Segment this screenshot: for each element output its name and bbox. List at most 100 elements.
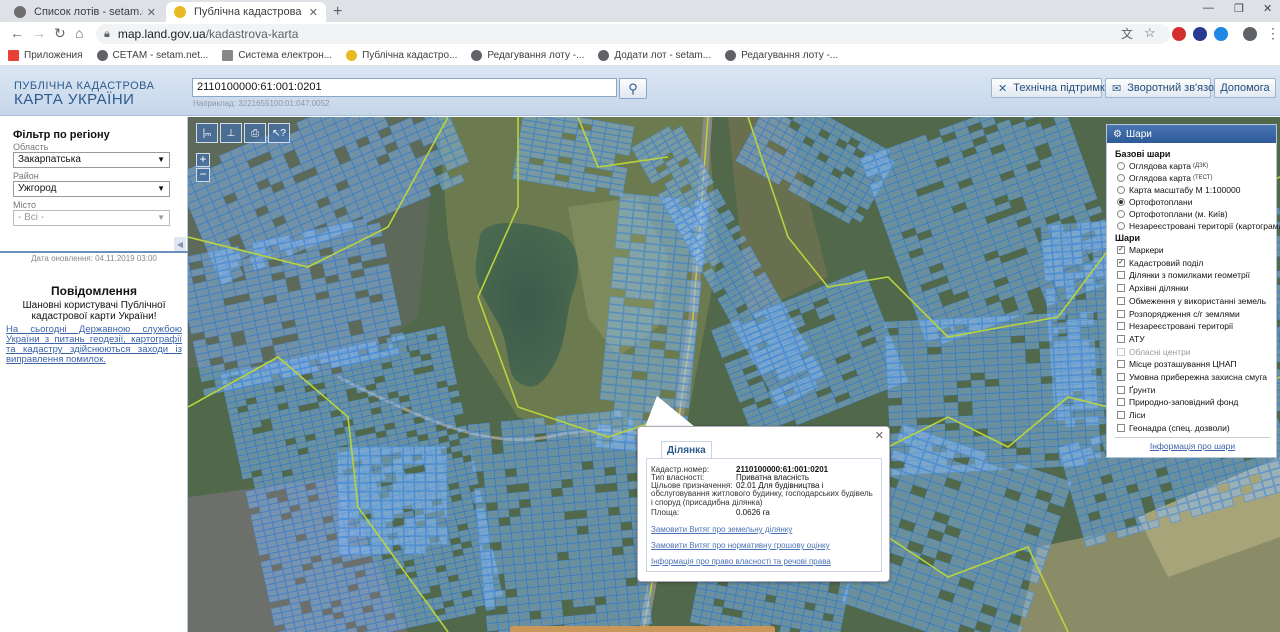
land-parcel[interactable] <box>518 611 531 621</box>
land-parcel[interactable] <box>381 509 393 519</box>
overlay-layer-option[interactable]: Незареєстровані території <box>1117 321 1233 331</box>
land-parcel[interactable] <box>658 260 674 270</box>
land-parcel[interactable] <box>544 536 557 546</box>
land-parcel[interactable] <box>478 422 491 432</box>
land-parcel[interactable] <box>724 593 736 603</box>
land-parcel[interactable] <box>628 257 644 268</box>
land-parcel[interactable] <box>1023 314 1038 322</box>
land-parcel[interactable] <box>600 539 612 549</box>
land-parcel[interactable] <box>538 585 550 595</box>
land-parcel[interactable] <box>1052 245 1063 253</box>
land-parcel[interactable] <box>512 540 524 549</box>
land-parcel[interactable] <box>414 473 426 483</box>
land-parcel[interactable] <box>621 329 637 339</box>
land-parcel[interactable] <box>510 524 522 533</box>
land-parcel[interactable] <box>604 579 616 589</box>
land-parcel[interactable] <box>1043 418 1058 426</box>
land-parcel[interactable] <box>534 425 546 435</box>
land-parcel[interactable] <box>629 609 641 618</box>
forward-icon[interactable]: → <box>32 25 46 41</box>
land-parcel[interactable] <box>942 360 956 368</box>
land-parcel[interactable] <box>605 475 617 484</box>
land-parcel[interactable] <box>606 603 618 613</box>
land-parcel[interactable] <box>618 200 635 210</box>
land-parcel[interactable] <box>611 272 627 282</box>
land-parcel[interactable] <box>507 604 519 614</box>
checkbox[interactable] <box>1117 398 1125 407</box>
land-parcel[interactable] <box>1043 266 1054 275</box>
land-parcel[interactable] <box>984 358 998 366</box>
land-parcel[interactable] <box>1085 416 1099 424</box>
land-parcel[interactable] <box>574 494 586 503</box>
land-parcel[interactable] <box>601 547 613 557</box>
land-parcel[interactable] <box>556 423 568 432</box>
star-icon[interactable]: ☆ <box>1144 25 1156 41</box>
land-parcel[interactable] <box>898 334 913 342</box>
radio-button[interactable] <box>1117 186 1125 194</box>
land-parcel[interactable] <box>630 386 646 396</box>
land-parcel[interactable] <box>1081 242 1093 251</box>
land-parcel[interactable] <box>782 612 793 621</box>
land-parcel[interactable] <box>815 597 827 606</box>
rayon-select[interactable]: Ужгород ▼ <box>13 181 170 197</box>
land-parcel[interactable] <box>436 482 448 491</box>
land-parcel[interactable] <box>914 361 929 369</box>
land-parcel[interactable] <box>635 339 651 349</box>
land-parcel[interactable] <box>1066 325 1081 334</box>
land-parcel[interactable] <box>981 316 996 324</box>
land-parcel[interactable] <box>572 590 584 600</box>
land-parcel[interactable] <box>780 619 792 628</box>
land-parcel[interactable] <box>610 530 622 540</box>
land-parcel[interactable] <box>1081 235 1092 244</box>
land-parcel[interactable] <box>392 482 404 492</box>
land-parcel[interactable] <box>596 612 608 622</box>
land-parcel[interactable] <box>955 345 970 353</box>
land-parcel[interactable] <box>415 527 426 537</box>
base-layer-option[interactable]: Карта масштабу М 1:100000 <box>1117 185 1240 195</box>
land-parcel[interactable] <box>526 458 538 467</box>
land-parcel[interactable] <box>436 509 448 518</box>
land-parcel[interactable] <box>614 458 627 467</box>
land-parcel[interactable] <box>370 482 382 492</box>
land-parcel[interactable] <box>1050 224 1061 232</box>
land-parcel[interactable] <box>494 589 506 599</box>
land-parcel[interactable] <box>673 254 690 264</box>
land-parcel[interactable] <box>338 546 349 555</box>
land-parcel[interactable] <box>971 386 986 395</box>
land-parcel[interactable] <box>756 585 768 595</box>
land-parcel[interactable] <box>568 550 580 560</box>
land-parcel[interactable] <box>1079 311 1094 319</box>
land-parcel[interactable] <box>1067 353 1082 362</box>
land-parcel[interactable] <box>503 565 515 574</box>
land-parcel[interactable] <box>1002 448 1017 456</box>
land-parcel[interactable] <box>967 316 982 325</box>
land-parcel[interactable] <box>482 583 495 592</box>
land-parcel[interactable] <box>710 612 722 621</box>
land-parcel[interactable] <box>477 527 489 536</box>
land-parcel[interactable] <box>425 464 437 473</box>
land-parcel[interactable] <box>393 527 404 537</box>
land-parcel[interactable] <box>496 613 509 623</box>
land-parcel[interactable] <box>628 601 640 610</box>
support-button[interactable]: ✕ Технічна підтримка <box>991 78 1111 98</box>
land-parcel[interactable] <box>914 368 929 376</box>
land-parcel[interactable] <box>574 502 587 511</box>
bookmark-item[interactable]: СЕТАМ - setam.net... <box>96 50 208 61</box>
land-parcel[interactable] <box>1054 273 1065 281</box>
land-parcel[interactable] <box>489 534 501 543</box>
land-parcel[interactable] <box>338 528 349 537</box>
land-parcel[interactable] <box>583 597 596 607</box>
land-parcel[interactable] <box>604 587 617 597</box>
land-parcel[interactable] <box>898 320 912 328</box>
land-parcel[interactable] <box>485 614 498 624</box>
land-parcel[interactable] <box>518 491 530 500</box>
land-parcel[interactable] <box>1024 335 1039 343</box>
land-parcel[interactable] <box>404 527 415 537</box>
land-parcel[interactable] <box>573 486 585 495</box>
land-parcel[interactable] <box>987 428 1002 436</box>
land-parcel[interactable] <box>661 381 677 391</box>
land-parcel[interactable] <box>425 500 437 509</box>
land-parcel[interactable] <box>381 464 393 474</box>
land-parcel[interactable] <box>1082 374 1097 382</box>
land-parcel[interactable] <box>618 610 630 619</box>
